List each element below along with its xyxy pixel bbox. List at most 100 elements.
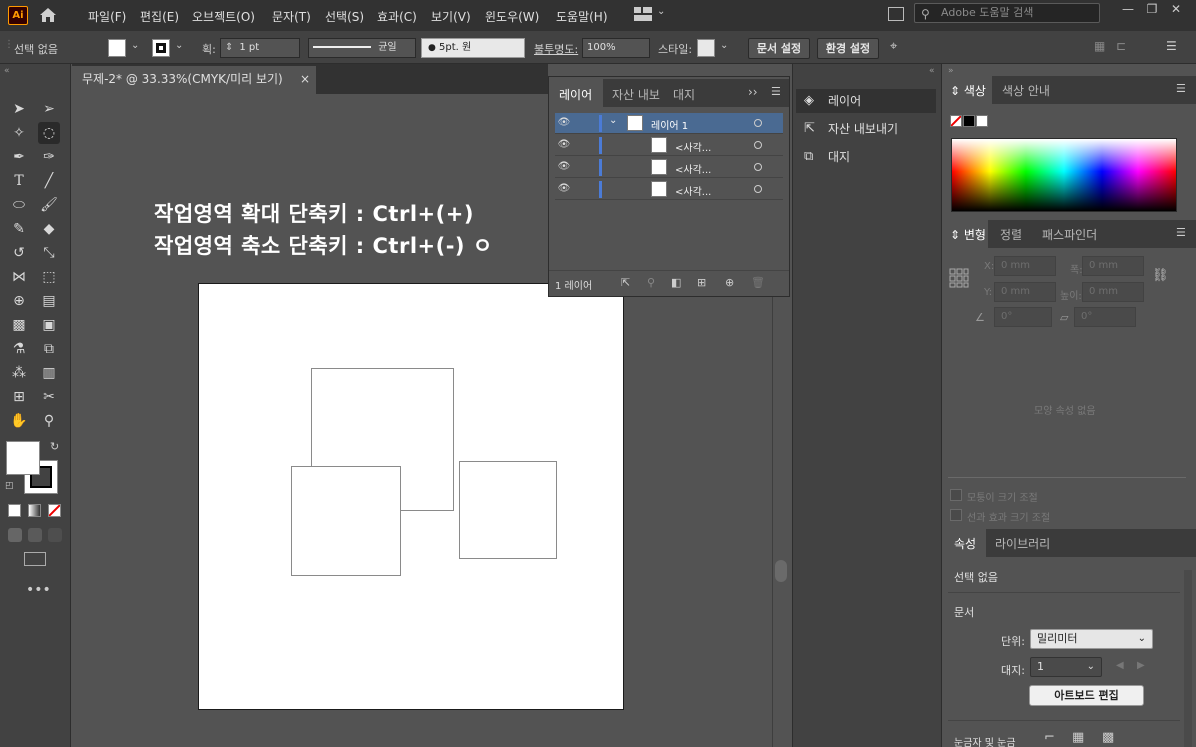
transform-icon[interactable]: ⊏ [1116, 39, 1126, 53]
y-field[interactable]: 0 mm [994, 282, 1056, 302]
visibility-eye-icon[interactable]: 👁 [557, 184, 571, 194]
tab-artboards[interactable]: 대지 [673, 86, 695, 103]
tab-color[interactable]: ⇕ 색상 [950, 82, 986, 99]
free-transform-tool-icon[interactable]: ⬚ [38, 266, 60, 288]
scale-strokes-checkbox[interactable] [950, 509, 962, 521]
fill-swatch[interactable] [108, 39, 126, 57]
paintbrush-tool-icon[interactable]: 🖌 [38, 194, 60, 216]
layer-row[interactable]: 👁 <사각... [555, 157, 783, 178]
export-icon[interactable]: ⇱ [621, 276, 630, 289]
direct-selection-tool-icon[interactable]: ➢ [38, 98, 60, 120]
stroke-swatch[interactable] [152, 39, 170, 57]
type-tool-icon[interactable]: T [8, 170, 30, 192]
expand-chevron-icon[interactable]: ⌄ [609, 115, 617, 126]
maximize-button[interactable]: ❐ [1144, 2, 1160, 16]
menu-file[interactable]: 파일(F) [88, 8, 126, 25]
tab-asset-export[interactable]: 자산 내보 [612, 86, 660, 103]
menu-help[interactable]: 도움말(H) [556, 8, 608, 25]
search-input[interactable]: ⚲ Adobe 도움말 검색 [914, 3, 1100, 23]
scale-tool-icon[interactable]: ⤡ [38, 242, 60, 264]
target-circle-icon[interactable] [754, 185, 762, 193]
properties-scrollbar[interactable] [1184, 570, 1192, 747]
tab-libraries[interactable]: 라이브러리 [995, 535, 1050, 552]
shaper-tool-icon[interactable]: ✎ [8, 218, 30, 240]
fill-color-box[interactable] [6, 441, 40, 475]
panel-menu-icon[interactable]: ☰ [1166, 39, 1177, 53]
arrange-icon[interactable]: ⌖ [890, 39, 897, 54]
units-select[interactable]: 밀리미터 ⌄ [1030, 629, 1153, 649]
tab-transform[interactable]: ⇕ 변형 [950, 226, 986, 243]
new-layer-icon[interactable]: ⊕ [725, 276, 734, 289]
shear-field[interactable]: 0° [1074, 307, 1136, 327]
brush-dropdown[interactable]: ● 5pt. 원 [421, 38, 525, 58]
layer-row[interactable]: 👁 ⌄ 레이어 1 [555, 113, 783, 134]
side-item-layers[interactable]: ◈ 레이어 [796, 89, 936, 113]
symbol-sprayer-tool-icon[interactable]: ⁂ [8, 362, 30, 384]
next-artboard-icon[interactable]: ▶ [1137, 660, 1145, 671]
grid-icon[interactable]: ▦ [1072, 730, 1084, 745]
shape-builder-tool-icon[interactable]: ⊕ [8, 290, 30, 312]
menu-object[interactable]: 오브젝트(O) [192, 8, 255, 25]
close-tab-icon[interactable]: × [300, 66, 310, 92]
screen-mode-icon[interactable] [24, 552, 46, 566]
width-tool-icon[interactable]: ⋈ [8, 266, 30, 288]
close-window-button[interactable]: ✕ [1168, 2, 1184, 16]
eyedropper-tool-icon[interactable]: ⚗ [8, 338, 30, 360]
default-colors-icon[interactable]: ◰ [5, 481, 14, 491]
black-swatch[interactable] [963, 115, 975, 127]
menu-select[interactable]: 선택(S) [325, 8, 364, 25]
color-mode-icon[interactable] [8, 504, 21, 517]
artboard[interactable] [198, 283, 624, 710]
locate-object-icon[interactable]: ⚲ [647, 276, 655, 289]
tab-pathfinder[interactable]: 패스파인더 [1042, 226, 1097, 243]
target-circle-icon[interactable] [754, 141, 762, 149]
magic-wand-tool-icon[interactable]: ✧ [8, 122, 30, 144]
target-circle-icon[interactable] [754, 119, 762, 127]
new-sublayer-icon[interactable]: ⊞ [697, 276, 706, 289]
pen-tool-icon[interactable]: ✒ [8, 146, 30, 168]
x-field[interactable]: 0 mm [994, 256, 1056, 276]
previous-artboard-icon[interactable]: ◀ [1116, 660, 1124, 671]
more-tools-icon[interactable]: ••• [26, 582, 51, 598]
draw-normal-icon[interactable] [8, 528, 22, 542]
side-item-asset-export[interactable]: ⇱ 자산 내보내기 [796, 117, 936, 141]
rotate-tool-icon[interactable]: ↺ [8, 242, 30, 264]
trash-icon[interactable]: 🗑 [751, 276, 765, 289]
edit-artboards-button[interactable]: 아트보드 편집 [1029, 685, 1144, 706]
document-tab[interactable]: 무제-2* @ 33.33%(CMYK/미리 보기) × [72, 66, 316, 94]
workspace-switcher-icon[interactable] [634, 7, 652, 21]
lasso-tool-icon[interactable]: ◌ [38, 122, 60, 144]
swap-colors-icon[interactable]: ↻ [50, 440, 59, 453]
chevron-down-icon[interactable]: ⌄ [175, 40, 183, 51]
panel-menu-icon[interactable]: ☰ [1176, 82, 1186, 95]
menu-edit[interactable]: 편집(E) [140, 8, 179, 25]
column-graph-tool-icon[interactable]: ▥ [38, 362, 60, 384]
slice-tool-icon[interactable]: ✂ [38, 386, 60, 408]
collapse-icon[interactable]: « [4, 66, 10, 76]
menu-effect[interactable]: 효과(C) [377, 8, 417, 25]
gradient-mode-icon[interactable] [28, 504, 41, 517]
clipping-mask-icon[interactable]: ◧ [671, 276, 681, 289]
zoom-tool-icon[interactable]: ⚲ [38, 410, 60, 432]
visibility-eye-icon[interactable]: 👁 [557, 118, 571, 128]
panel-expand-icon[interactable]: ›› [748, 85, 758, 99]
minimize-button[interactable]: — [1120, 2, 1136, 16]
preferences-button[interactable]: 환경 설정 [817, 38, 879, 59]
panel-menu-icon[interactable]: ☰ [1176, 226, 1186, 239]
panel-menu-icon[interactable]: ☰ [771, 85, 781, 98]
home-icon[interactable] [38, 5, 58, 25]
ellipse-tool-icon[interactable]: ⬭ [8, 194, 30, 216]
height-field[interactable]: 0 mm [1082, 282, 1144, 302]
chevron-down-icon[interactable]: ⌄ [657, 6, 665, 17]
menu-type[interactable]: 문자(T) [272, 8, 311, 25]
scrollbar-thumb[interactable] [775, 560, 787, 582]
layer-row[interactable]: 👁 <사각... [555, 135, 783, 156]
visibility-eye-icon[interactable]: 👁 [557, 140, 571, 150]
panel-arrange-icon[interactable] [888, 7, 904, 21]
opacity-field[interactable]: 100% [582, 38, 650, 58]
layer-row[interactable]: 👁 <사각... [555, 179, 783, 200]
perspective-grid-tool-icon[interactable]: ▤ [38, 290, 60, 312]
object-name[interactable]: <사각... [675, 139, 711, 154]
width-field[interactable]: 0 mm [1082, 256, 1144, 276]
transparency-grid-icon[interactable]: ▩ [1102, 730, 1114, 745]
